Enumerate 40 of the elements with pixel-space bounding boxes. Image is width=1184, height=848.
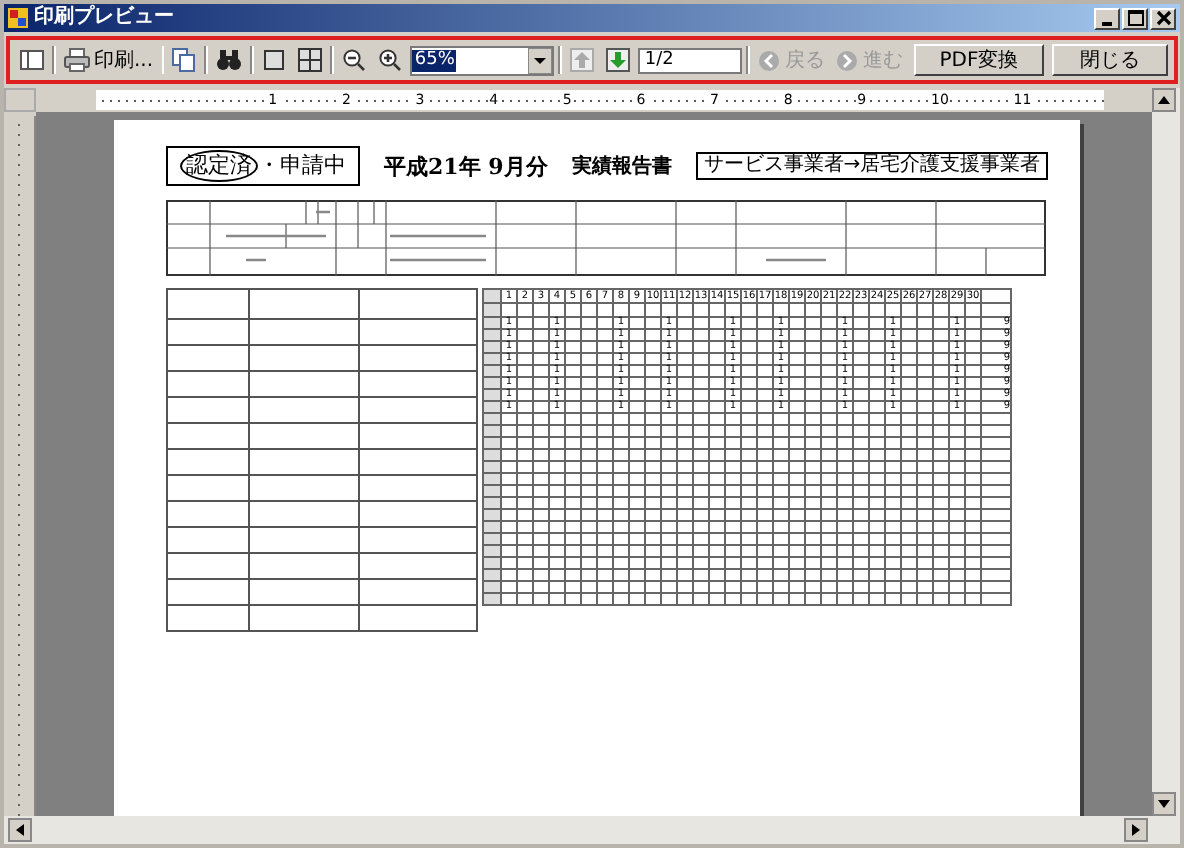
vertical-scrollbar[interactable] [1152,88,1180,816]
binoculars-icon [216,48,243,72]
pdf-convert-button[interactable]: PDF変換 [914,44,1044,76]
zoom-combo[interactable]: 65% [410,45,555,75]
up-arrow-icon [570,48,595,72]
page-number-field[interactable]: 1/2 [638,47,743,73]
zoom-in-icon [378,48,403,72]
printer-icon [63,48,90,72]
scroll-up-icon[interactable] [1152,88,1176,112]
minimize-button[interactable] [1094,7,1120,29]
horizontal-scrollbar[interactable] [4,816,1180,844]
scroll-right-icon[interactable] [1124,818,1148,842]
find-button[interactable] [212,44,247,76]
maximize-button[interactable] [1122,7,1148,29]
route-label: サービス事業者→居宅介護支援事業者 [695,152,1049,180]
copy-icon [172,48,197,72]
status-option: 認定済 [180,150,258,182]
sidebar-icon [20,48,44,72]
report-period: 平成21年 9月分 [384,151,548,181]
next-page-button[interactable] [602,44,635,76]
dropdown-icon [528,47,553,73]
close-button[interactable] [1150,7,1176,29]
print-button[interactable]: 印刷... [59,44,158,76]
maximize-icon [1127,10,1143,26]
down-arrow-icon [606,48,631,72]
copy-button[interactable] [168,44,201,76]
app-icon [8,8,28,28]
scroll-left-icon[interactable] [8,818,32,842]
multi-page-button[interactable] [294,44,327,76]
close-preview-button[interactable]: 閉じる [1051,44,1168,76]
scroll-down-icon[interactable] [1152,792,1176,816]
zoom-out-icon [342,48,367,72]
sidebar-button[interactable] [16,44,48,76]
status-option: 申請中 [280,152,346,180]
single-page-icon [262,48,287,72]
window-title: 印刷プレビュー [34,6,174,30]
four-pages-icon [298,48,323,72]
separator: ・ [258,152,280,180]
close-icon [1155,10,1171,26]
report-title: 実績報告書 [571,152,672,180]
